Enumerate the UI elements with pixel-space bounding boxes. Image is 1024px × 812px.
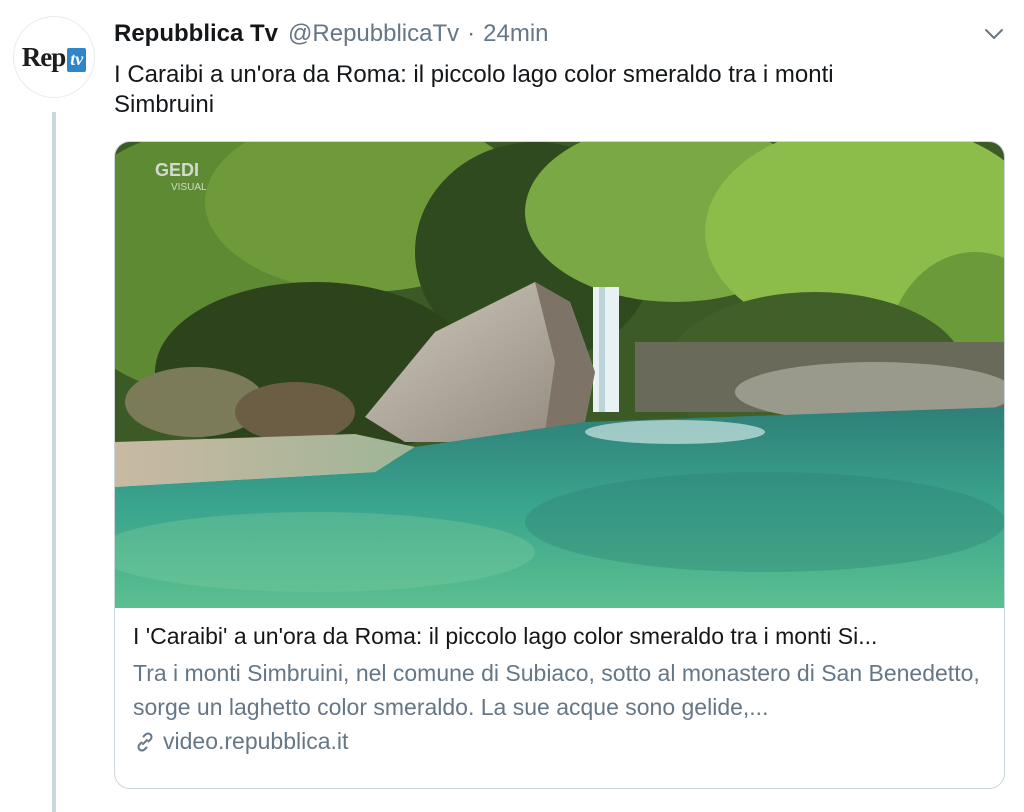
card-body: I 'Caraibi' a un'ora da Roma: il piccolo… — [133, 620, 988, 755]
separator-dot: · — [467, 20, 476, 47]
link-preview-card[interactable]: GEDI VISUAL I 'Caraibi' a un'ora da Roma… — [114, 141, 1005, 789]
tweet-header: Repubblica Tv @RepubblicaTv · 24min — [114, 20, 549, 48]
card-image[interactable]: GEDI VISUAL — [115, 142, 1005, 608]
avatar-logo-text: Rep — [21, 41, 66, 72]
author-handle[interactable]: @RepubblicaTv — [288, 20, 459, 48]
card-domain[interactable]: video.repubblica.it — [133, 728, 988, 755]
watermark-text: GEDI — [155, 160, 199, 180]
watermark-subtext: VISUAL — [171, 182, 207, 193]
card-description: Tra i monti Simbruini, nel comune di Sub… — [133, 660, 980, 720]
avatar-logo-badge: tv — [67, 48, 87, 72]
tweet-text: I Caraibi a un'ora da Roma: il piccolo l… — [114, 61, 834, 118]
chevron-down-icon[interactable] — [982, 24, 1006, 44]
card-domain-text: video.repubblica.it — [163, 728, 349, 754]
author-name[interactable]: Repubblica Tv — [114, 20, 278, 48]
link-icon — [137, 731, 153, 752]
card-title: I 'Caraibi' a un'ora da Roma: il piccolo… — [133, 623, 878, 649]
avatar[interactable]: Rep tv — [13, 16, 95, 98]
tweet-timestamp[interactable]: 24min — [483, 20, 548, 48]
thread-line — [52, 112, 56, 812]
